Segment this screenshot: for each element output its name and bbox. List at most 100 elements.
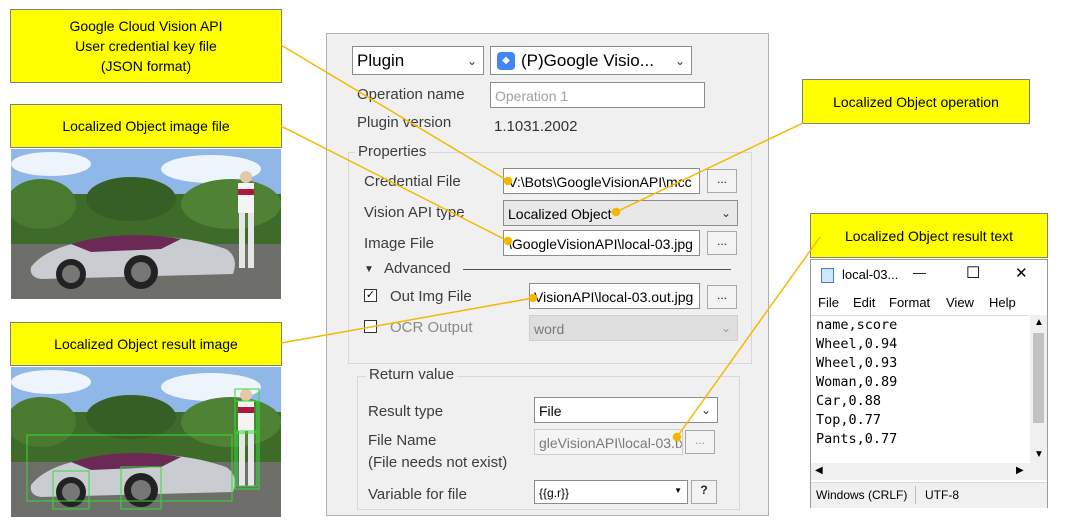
google-vision-icon: ◆	[497, 52, 515, 70]
callout-result-text: Localized Object result text	[810, 213, 1048, 258]
plugin-properties-panel: Plugin ⌄ ◆ (P)Google Visio... ⌄ Operatio…	[326, 33, 769, 516]
image-browse-button[interactable]: ...	[707, 231, 737, 255]
notepad-menu-bar: File Edit Format View Help	[811, 293, 1047, 315]
variable-for-file-label: Variable for file	[368, 486, 467, 503]
plugin-name-value: (P)Google Visio...	[521, 51, 654, 70]
scroll-left-icon[interactable]: ◀	[815, 465, 823, 476]
menu-file[interactable]: File	[818, 295, 839, 310]
out-img-value: VisionAPI\local-03.out.jpg	[534, 289, 694, 305]
out-img-label: Out Img File	[390, 288, 472, 305]
out-img-checkbox[interactable]: ✓	[364, 289, 377, 302]
file-name-label: File Name	[368, 432, 437, 449]
chevron-down-icon: ⌄	[700, 403, 711, 417]
browse-label: ...	[716, 234, 727, 248]
ocr-output-select[interactable]: word ⌄	[529, 315, 738, 341]
credential-browse-button[interactable]: ...	[707, 169, 737, 193]
callout-result-text-text: Localized Object result text	[844, 227, 1014, 244]
plugin-select-value: Plugin	[357, 51, 405, 70]
chevron-down-icon: ⌄	[674, 54, 685, 68]
vision-api-type-value: Localized Object	[508, 206, 612, 222]
image-file-value: \GoogleVisionAPI\local-03.jpg	[508, 236, 693, 252]
out-img-browse-button[interactable]: ...	[707, 285, 737, 309]
browse-label: ...	[716, 288, 727, 302]
menu-format[interactable]: Format	[889, 295, 930, 310]
callout-credential-line2: User credential key file	[75, 38, 217, 54]
vertical-scrollbar[interactable]: ▲ ▼	[1030, 315, 1047, 463]
callout-image-file: Localized Object image file	[10, 104, 282, 148]
scroll-up-icon[interactable]: ▲	[1034, 317, 1044, 328]
help-button[interactable]: ?	[691, 480, 717, 504]
scrollbar-thumb[interactable]	[1033, 333, 1044, 423]
notepad-icon	[821, 268, 834, 283]
maximize-button[interactable]: ☐	[966, 263, 980, 283]
status-divider	[915, 486, 916, 504]
notepad-title: local-03...	[842, 267, 899, 282]
text-line: Wheel,0.93	[816, 355, 898, 371]
vision-api-type-select[interactable]: Localized Object ⌄	[503, 200, 738, 226]
minimize-button[interactable]: —	[913, 265, 926, 280]
callout-image-file-text: Localized Object image file	[62, 118, 230, 134]
ocr-output-checkbox[interactable]	[364, 320, 377, 333]
plugin-name-select[interactable]: ◆ (P)Google Visio... ⌄	[490, 46, 692, 75]
image-file-label: Image File	[364, 235, 435, 252]
callout-credential-line3: (JSON format)	[100, 58, 192, 74]
callout-result-image: Localized Object result image	[10, 322, 282, 366]
advanced-divider	[463, 269, 731, 270]
result-photo	[11, 367, 281, 517]
advanced-label[interactable]: Advanced	[384, 260, 451, 277]
scroll-down-icon[interactable]: ▼	[1034, 449, 1044, 460]
variable-for-file-value: {{g.r}}	[539, 486, 570, 500]
callout-result-image-text: Localized Object result image	[54, 336, 238, 352]
callout-operation-text: Localized Object operation	[833, 93, 999, 110]
status-encoding: UTF-8	[925, 488, 959, 502]
triangle-down-icon[interactable]: ▼	[364, 264, 374, 275]
operation-name-input[interactable]: Operation 1	[490, 82, 705, 108]
source-photo	[11, 149, 281, 299]
chevron-down-icon: ⌄	[720, 321, 731, 335]
file-name-value: gleVisionAPI\local-03.txt	[539, 435, 683, 451]
notepad-window: local-03... — ☐ ✕ File Edit Format View …	[810, 259, 1048, 508]
horizontal-scrollbar[interactable]: ◀ ▶	[811, 463, 1047, 480]
text-line: Woman,0.89	[816, 374, 898, 390]
menu-view[interactable]: View	[946, 295, 974, 310]
credential-file-value: V:\Bots\GoogleVisionAPI\mcc	[508, 174, 692, 190]
notepad-text-area[interactable]: name,score Wheel,0.94 Wheel,0.93 Woman,0…	[811, 315, 1029, 464]
ocr-output-label: OCR Output	[390, 319, 473, 336]
plugin-select[interactable]: Plugin ⌄	[352, 46, 484, 75]
menu-edit[interactable]: Edit	[853, 295, 875, 310]
chevron-down-icon: ⌄	[466, 54, 477, 68]
result-type-value: File	[539, 403, 562, 419]
variable-for-file-select[interactable]: {{g.r}} ▼	[534, 480, 688, 504]
plugin-version-value: 1.1031.2002	[494, 118, 578, 135]
return-value-title: Return value	[366, 366, 458, 383]
result-type-select[interactable]: File ⌄	[534, 397, 718, 423]
plugin-version-label: Plugin version	[357, 114, 452, 131]
credential-file-input[interactable]: V:\Bots\GoogleVisionAPI\mcc	[503, 168, 700, 194]
status-line-ending: Windows (CRLF)	[816, 488, 908, 502]
image-file-input[interactable]: \GoogleVisionAPI\local-03.jpg	[503, 230, 700, 256]
text-line: Wheel,0.94	[816, 336, 898, 352]
dropdown-arrow-icon: ▼	[674, 486, 682, 495]
help-label: ?	[700, 483, 708, 497]
file-name-browse-button[interactable]: ...	[685, 430, 715, 454]
browse-label: ...	[694, 433, 705, 447]
menu-help[interactable]: Help	[989, 295, 1016, 310]
scroll-right-icon[interactable]: ▶	[1016, 465, 1024, 476]
properties-title: Properties	[355, 143, 430, 160]
callout-operation: Localized Object operation	[802, 79, 1030, 124]
operation-name-label: Operation name	[357, 86, 465, 103]
out-img-input[interactable]: VisionAPI\local-03.out.jpg	[529, 283, 700, 309]
text-line: name,score	[816, 317, 898, 333]
close-button[interactable]: ✕	[1015, 264, 1028, 282]
text-line: Car,0.88	[816, 393, 882, 409]
vision-api-type-label: Vision API type	[364, 204, 465, 221]
callout-credential-line1: Google Cloud Vision API	[69, 18, 223, 34]
ocr-output-value: word	[534, 321, 565, 337]
file-name-note: (File needs not exist)	[368, 454, 508, 471]
browse-label: ...	[716, 172, 727, 186]
text-line: Pants,0.77	[816, 431, 898, 447]
callout-credential: Google Cloud Vision API User credential …	[10, 9, 282, 83]
result-type-label: Result type	[368, 403, 444, 420]
file-name-input[interactable]: gleVisionAPI\local-03.txt	[534, 429, 683, 455]
chevron-down-icon: ⌄	[720, 206, 731, 220]
